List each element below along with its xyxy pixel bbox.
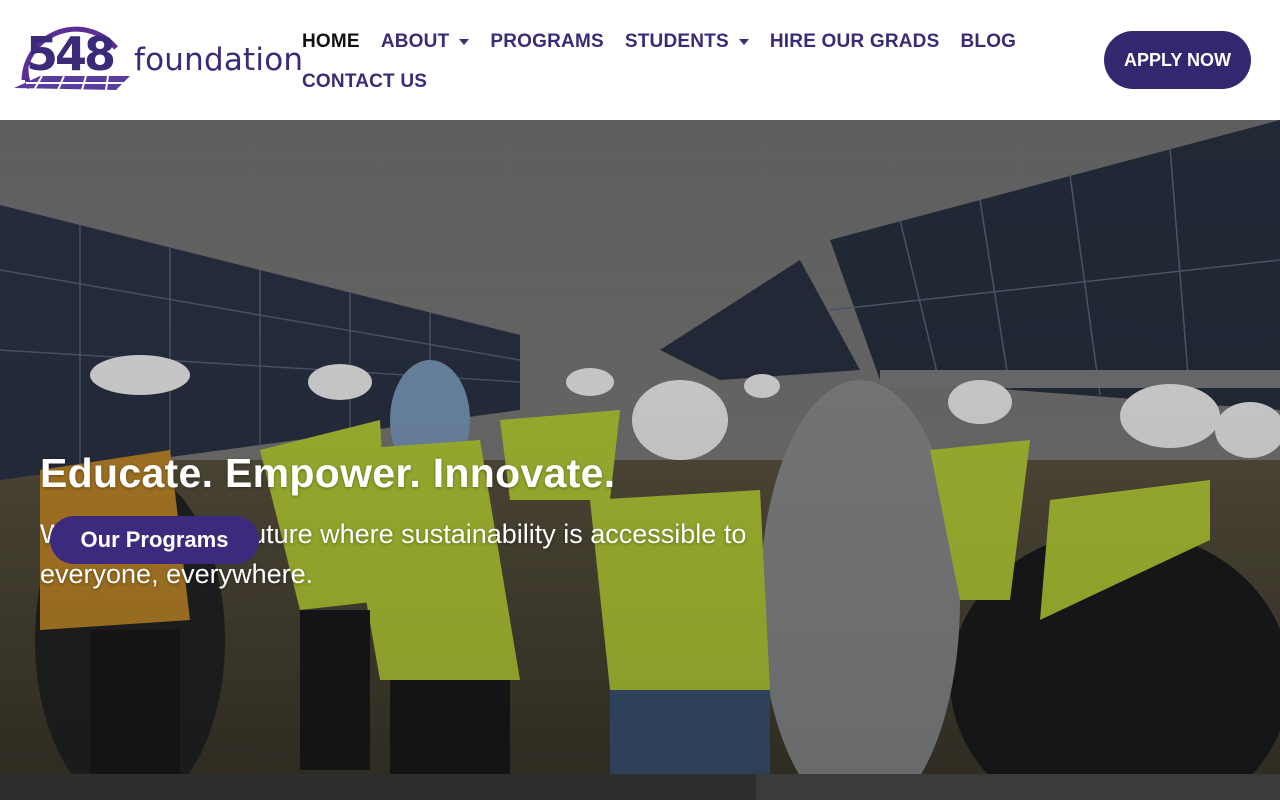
nav-students[interactable]: STUDENTS [625, 31, 749, 53]
site-header: 548 foundation HOME ABOUT PROGRAMS STUDE… [0, 0, 1280, 120]
nav-about[interactable]: ABOUT [381, 31, 470, 53]
apply-now-button[interactable]: APPLY NOW [1104, 31, 1251, 89]
our-programs-button[interactable]: Our Programs [50, 516, 259, 564]
nav-contact-us[interactable]: CONTACT US [302, 71, 427, 93]
logo-link[interactable]: 548 foundation [12, 18, 303, 98]
nav-row-1: HOME ABOUT PROGRAMS STUDENTS HIRE OUR GR… [302, 22, 1062, 62]
next-section-edge-right [756, 774, 1280, 800]
nav-blog[interactable]: BLOG [960, 31, 1016, 53]
hero-background-image [0, 120, 1280, 774]
nav-row-2: CONTACT US [302, 62, 1062, 102]
chevron-down-icon [459, 39, 470, 45]
next-section-edge [0, 774, 1280, 800]
hero-title: Educate. Empower. Innovate. [40, 450, 616, 496]
logo-number: 548 [26, 27, 114, 81]
chevron-down-icon [738, 39, 749, 45]
nav-hire-our-grads[interactable]: HIRE OUR GRADS [770, 31, 940, 53]
main-nav: HOME ABOUT PROGRAMS STUDENTS HIRE OUR GR… [302, 22, 1062, 102]
logo-wordmark: foundation [134, 42, 304, 78]
hero-section: Educate. Empower. Innovate. We’re creati… [0, 120, 1280, 774]
nav-home[interactable]: HOME [302, 31, 360, 53]
nav-programs[interactable]: PROGRAMS [490, 31, 604, 53]
solar-panel-logo-icon: 548 [14, 26, 130, 91]
